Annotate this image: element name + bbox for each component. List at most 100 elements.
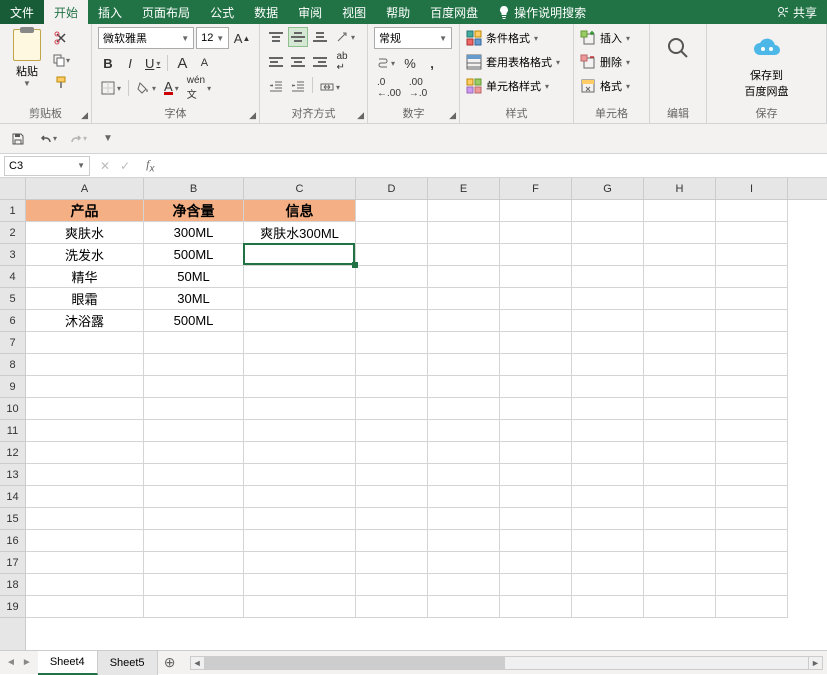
cell-E12[interactable] <box>428 442 500 464</box>
cell-C8[interactable] <box>244 354 356 376</box>
cell-D14[interactable] <box>356 486 428 508</box>
cell-F11[interactable] <box>500 420 572 442</box>
cell-E11[interactable] <box>428 420 500 442</box>
cell-H15[interactable] <box>644 508 716 530</box>
cell-D4[interactable] <box>356 266 428 288</box>
column-header-D[interactable]: D <box>356 178 428 199</box>
align-top-button[interactable] <box>266 27 286 47</box>
cell-A18[interactable] <box>26 574 144 596</box>
cell-I8[interactable] <box>716 354 788 376</box>
cell-B4[interactable]: 50ML <box>144 266 244 288</box>
menu-review[interactable]: 审阅 <box>288 0 332 24</box>
cell-D18[interactable] <box>356 574 428 596</box>
cell-E14[interactable] <box>428 486 500 508</box>
cell-H12[interactable] <box>644 442 716 464</box>
row-header-11[interactable]: 11 <box>0 420 25 442</box>
column-header-F[interactable]: F <box>500 178 572 199</box>
cell-F18[interactable] <box>500 574 572 596</box>
cell-H17[interactable] <box>644 552 716 574</box>
cell-H11[interactable] <box>644 420 716 442</box>
row-header-3[interactable]: 3 <box>0 244 25 266</box>
tab-nav-prev-icon[interactable]: ◄ <box>6 657 16 668</box>
cell-E19[interactable] <box>428 596 500 618</box>
cell-F5[interactable] <box>500 288 572 310</box>
column-header-B[interactable]: B <box>144 178 244 199</box>
cell-A11[interactable] <box>26 420 144 442</box>
cell-H10[interactable] <box>644 398 716 420</box>
cell-G1[interactable] <box>572 200 644 222</box>
cell-H9[interactable] <box>644 376 716 398</box>
cell-G19[interactable] <box>572 596 644 618</box>
cell-F19[interactable] <box>500 596 572 618</box>
row-header-7[interactable]: 7 <box>0 332 25 354</box>
cell-H14[interactable] <box>644 486 716 508</box>
cell-C14[interactable] <box>244 486 356 508</box>
cell-A6[interactable]: 沐浴露 <box>26 310 144 332</box>
cell-F2[interactable] <box>500 222 572 244</box>
row-header-5[interactable]: 5 <box>0 288 25 310</box>
menu-data[interactable]: 数据 <box>244 0 288 24</box>
cell-F12[interactable] <box>500 442 572 464</box>
cell-F14[interactable] <box>500 486 572 508</box>
cell-D5[interactable] <box>356 288 428 310</box>
cell-B6[interactable]: 500ML <box>144 310 244 332</box>
find-button[interactable] <box>656 27 700 67</box>
cell-I17[interactable] <box>716 552 788 574</box>
format-painter-icon[interactable] <box>52 73 70 91</box>
cell-H1[interactable] <box>644 200 716 222</box>
cell-E3[interactable] <box>428 244 500 266</box>
orientation-button[interactable]: ▾ <box>332 27 358 47</box>
cell-I19[interactable] <box>716 596 788 618</box>
hscroll-right-icon[interactable]: ► <box>808 657 822 669</box>
cell-B7[interactable] <box>144 332 244 354</box>
row-header-1[interactable]: 1 <box>0 200 25 222</box>
accounting-format-button[interactable]: ▾ <box>374 53 398 73</box>
cancel-formula-icon[interactable]: ✕ <box>100 159 110 173</box>
cell-G12[interactable] <box>572 442 644 464</box>
cell-C19[interactable] <box>244 596 356 618</box>
increase-decimal-button[interactable]: .0←.00 <box>374 78 404 98</box>
row-header-13[interactable]: 13 <box>0 464 25 486</box>
insert-cells-button[interactable]: 插入▾ <box>580 27 643 49</box>
cell-B5[interactable]: 30ML <box>144 288 244 310</box>
cell-D15[interactable] <box>356 508 428 530</box>
cell-G16[interactable] <box>572 530 644 552</box>
cell-D19[interactable] <box>356 596 428 618</box>
cell-C18[interactable] <box>244 574 356 596</box>
menu-insert[interactable]: 插入 <box>88 0 132 24</box>
cell-D12[interactable] <box>356 442 428 464</box>
cell-G8[interactable] <box>572 354 644 376</box>
cell-F15[interactable] <box>500 508 572 530</box>
cell-G2[interactable] <box>572 222 644 244</box>
clipboard-launcher-icon[interactable]: ◢ <box>81 110 88 121</box>
cell-B1[interactable]: 净含量 <box>144 200 244 222</box>
cell-C16[interactable] <box>244 530 356 552</box>
cell-E15[interactable] <box>428 508 500 530</box>
hscroll-left-icon[interactable]: ◄ <box>191 657 205 669</box>
number-launcher-icon[interactable]: ◢ <box>449 110 456 121</box>
align-middle-button[interactable] <box>288 27 308 47</box>
cell-G15[interactable] <box>572 508 644 530</box>
cell-F13[interactable] <box>500 464 572 486</box>
align-right-button[interactable] <box>310 52 330 72</box>
cell-A13[interactable] <box>26 464 144 486</box>
cell-B10[interactable] <box>144 398 244 420</box>
column-header-C[interactable]: C <box>244 178 356 199</box>
accept-formula-icon[interactable]: ✓ <box>120 159 130 173</box>
cell-D1[interactable] <box>356 200 428 222</box>
comma-button[interactable]: , <box>422 53 442 73</box>
menu-home[interactable]: 开始 <box>44 0 88 24</box>
wrap-text-button[interactable]: ab↵ <box>332 52 352 72</box>
cell-C3[interactable] <box>244 244 356 266</box>
column-header-G[interactable]: G <box>572 178 644 199</box>
cell-F10[interactable] <box>500 398 572 420</box>
cell-C13[interactable] <box>244 464 356 486</box>
align-center-button[interactable] <box>288 52 308 72</box>
cell-H8[interactable] <box>644 354 716 376</box>
cell-C10[interactable] <box>244 398 356 420</box>
cell-D10[interactable] <box>356 398 428 420</box>
phonetic-button[interactable]: wén文▾ <box>184 78 214 98</box>
cell-H6[interactable] <box>644 310 716 332</box>
row-header-12[interactable]: 12 <box>0 442 25 464</box>
cell-H4[interactable] <box>644 266 716 288</box>
